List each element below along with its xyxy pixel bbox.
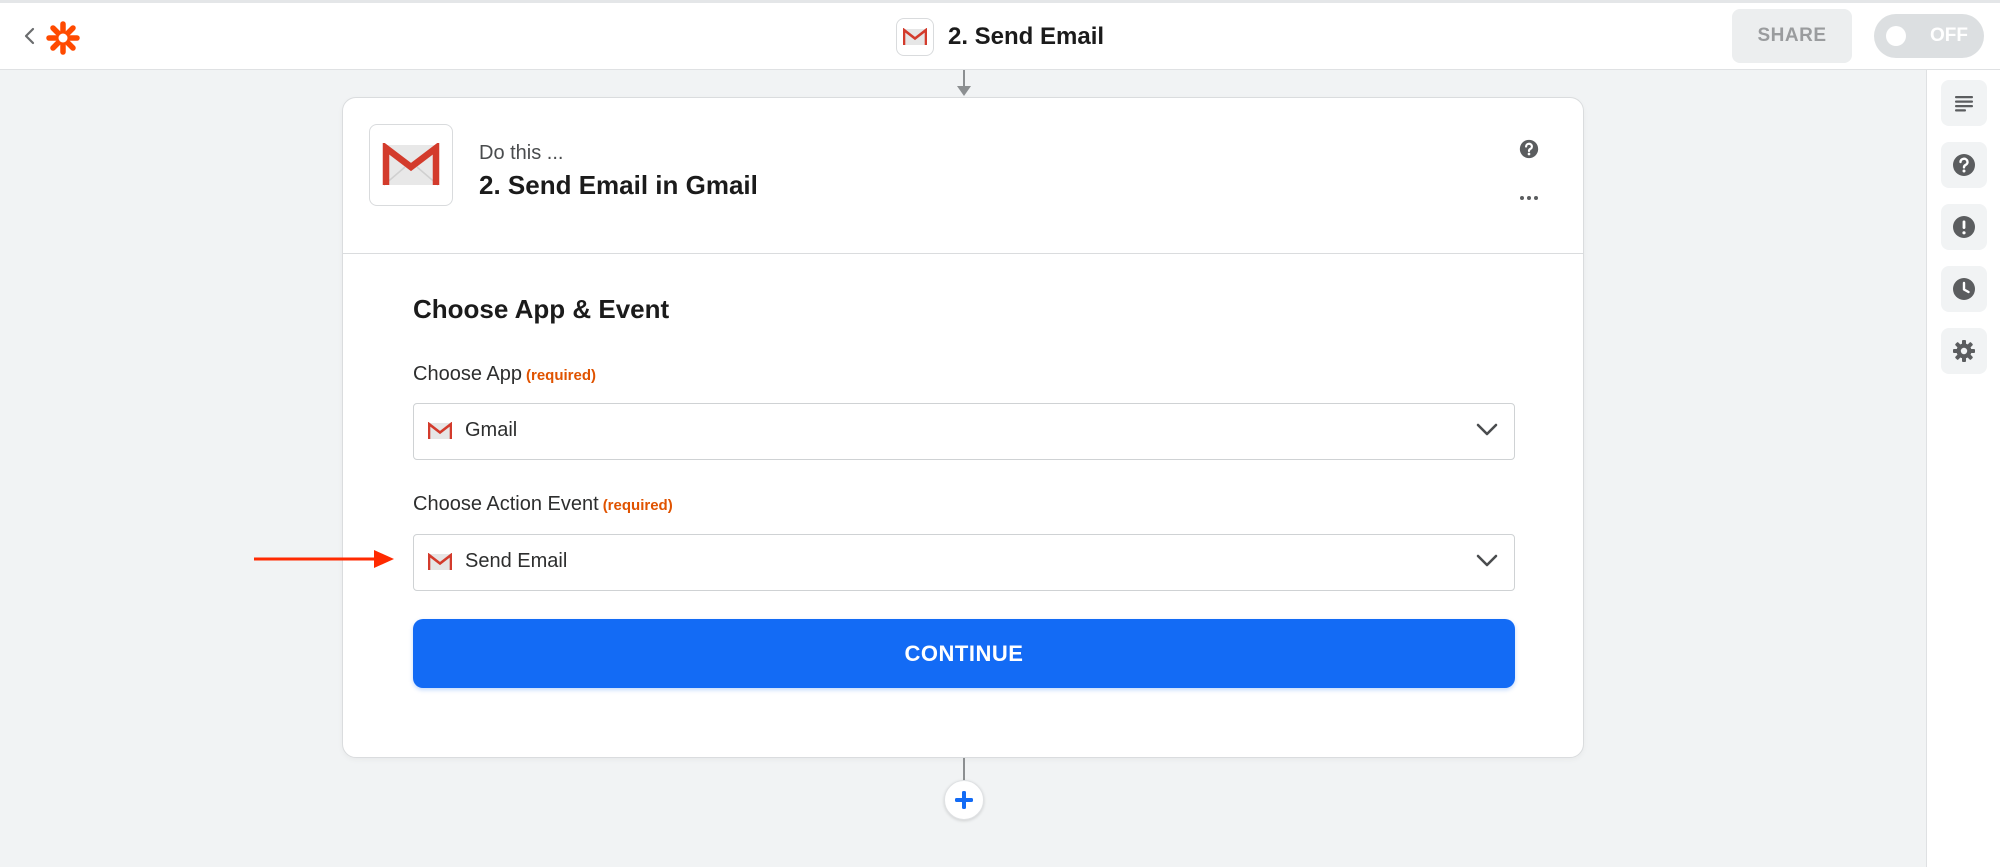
step-header[interactable]: Do this ... 2. Send Email in Gmail (343, 98, 1583, 254)
choose-app-label: Choose App (required) (413, 363, 596, 386)
connector-arrow (957, 86, 971, 96)
step-card: Do this ... 2. Send Email in Gmail Choos… (342, 97, 1584, 758)
add-step-button[interactable] (944, 780, 984, 820)
top-bar: 2. Send Email SHARE OFF (0, 0, 2000, 70)
connector-line-bottom (963, 758, 965, 782)
choose-event-label: Choose Action Event (required) (413, 493, 673, 516)
toggle-label: OFF (1930, 25, 1968, 46)
required-badge: (required) (525, 367, 596, 384)
toggle-knob (1886, 26, 1906, 46)
plus-icon (955, 791, 973, 809)
gmail-icon (369, 124, 453, 206)
section-title: Choose App & Event (413, 294, 670, 324)
choose-event-value: Send Email (465, 550, 568, 572)
continue-button[interactable]: CONTINUE (413, 619, 1515, 688)
annotation-arrow-icon (254, 550, 394, 568)
required-badge: (required) (602, 497, 673, 514)
gmail-icon (895, 17, 934, 56)
gmail-icon (428, 553, 452, 570)
sidebar-outline-button[interactable] (1941, 80, 1987, 126)
choose-app-select[interactable]: Gmail (413, 403, 1515, 460)
zap-title: 2. Send Email (0, 3, 2000, 70)
choose-event-label-text: Choose Action Event (413, 493, 599, 515)
outline-icon (1955, 96, 1973, 112)
sidebar-alerts-button[interactable] (1941, 204, 1987, 250)
step-subtitle: Do this ... (479, 142, 564, 164)
page-title[interactable]: 2. Send Email (948, 23, 1104, 51)
chevron-down-icon (1476, 423, 1498, 436)
step-title: 2. Send Email in Gmail (479, 170, 758, 200)
sidebar-help-button[interactable] (1941, 142, 1987, 188)
sidebar-history-button[interactable] (1941, 266, 1987, 312)
choose-app-value: Gmail (465, 419, 518, 441)
history-icon (1953, 278, 1975, 300)
zap-on-off-toggle[interactable]: OFF (1874, 14, 1984, 58)
help-icon (1953, 154, 1975, 176)
alert-icon (1953, 216, 1975, 238)
gmail-icon (428, 422, 452, 439)
choose-action-event-select[interactable]: Send Email (413, 534, 1515, 591)
sidebar-settings-button[interactable] (1941, 328, 1987, 374)
help-icon[interactable] (1519, 139, 1539, 159)
share-button[interactable]: SHARE (1732, 9, 1852, 63)
right-sidebar (1926, 70, 2000, 867)
settings-icon (1953, 340, 1975, 362)
choose-app-label-text: Choose App (413, 363, 522, 385)
more-icon[interactable] (1519, 194, 1539, 202)
chevron-down-icon (1476, 554, 1498, 567)
